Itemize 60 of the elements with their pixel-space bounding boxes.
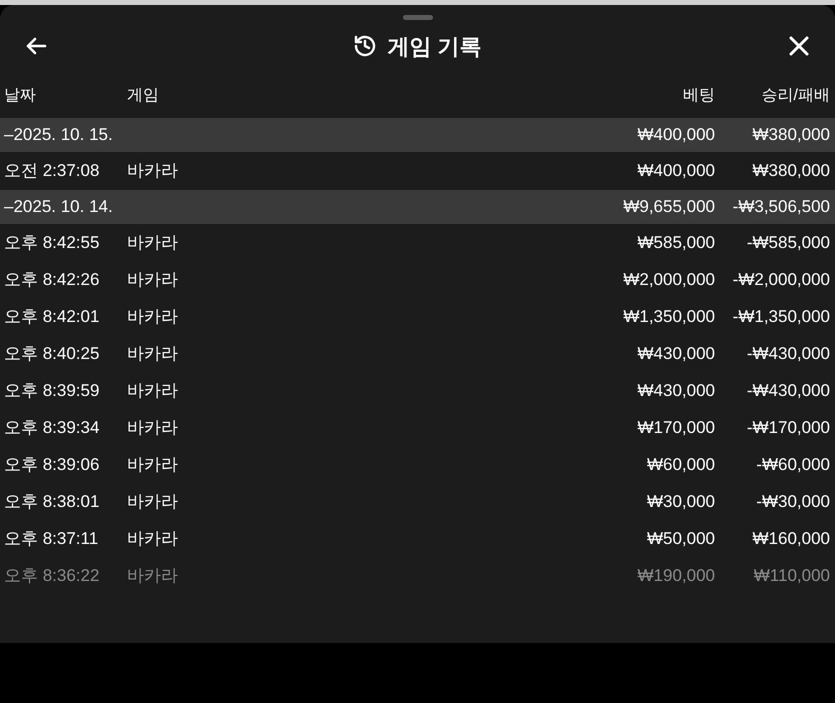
column-header: 승리/패배 [760,86,830,106]
bet-cell-text: ₩585,000 [636,232,715,254]
result-cell-text: -₩585,000 [746,232,830,254]
date-cell-text: 오후 8:36:22 [4,564,100,587]
bet-cell-text: ₩2,000,000 [622,268,715,291]
result-cell-text: ₩380,000 [752,124,830,146]
close-icon [789,36,809,56]
date-cell-text: 오후 8:37:11 [4,528,100,550]
result-cell-text: -₩30,000 [755,490,830,513]
bet-cell-text: ₩400,000 [636,124,715,146]
close-button[interactable] [787,34,811,58]
bet-cell-text: ₩50,000 [646,528,715,550]
date-cell-text: 오후 8:39:34 [4,416,100,439]
result-cell-text: ₩160,000 [752,528,830,550]
bet-cell-text: ₩60,000 [646,454,715,476]
window-title: 게임 기록 [387,32,482,60]
result-cell-text: ₩110,000 [752,564,830,587]
history-icon [353,34,378,58]
game-cell-text: 바카라 [127,160,179,182]
date-cell-text: 오후 8:40:25 [4,342,100,365]
game-cell-text: 바카라 [127,268,179,291]
result-cell-text: ₩380,000 [752,160,830,182]
date-cell-text: 오후 8:38:01 [4,490,100,513]
game-cell-text: 바카라 [127,564,179,587]
date-cell-text: 오후 8:42:55 [4,232,100,254]
result-cell-text: -₩1,350,000 [732,306,830,328]
game-cell-text: 바카라 [127,490,179,513]
date-cell-text: 오후 8:39:59 [4,380,100,402]
bet-cell-text: ₩30,000 [646,490,715,513]
date-cell-text: 오후 8:42:26 [4,268,100,291]
result-cell-text: -₩430,000 [746,342,830,365]
result-cell-text: -₩430,000 [746,380,830,402]
bet-cell-text: ₩9,655,000 [622,196,715,218]
bet-cell-text: ₩400,000 [636,160,715,182]
column-header: 베팅 [682,86,715,106]
date-cell-text: –2025. 10. 14. [4,196,114,218]
column-header: 게임 [127,86,160,106]
date-cell-text: –2025. 10. 15. [4,124,114,146]
date-cell-text: 오후 8:42:01 [4,306,100,328]
game-cell-text: 바카라 [127,454,179,476]
bet-cell-text: ₩430,000 [636,342,715,365]
date-cell-text: 오전 2:37:08 [4,160,100,182]
result-cell-text: -₩170,000 [746,416,830,439]
game-cell-text: 바카라 [127,528,179,550]
result-cell-text: -₩3,506,500 [732,196,830,218]
bet-cell-text: ₩430,000 [636,380,715,402]
bet-cell-text: ₩170,000 [636,416,715,439]
back-arrow-icon [25,37,47,55]
game-cell-text: 바카라 [127,416,179,439]
game-cell-text: 바카라 [127,380,179,402]
column-header: 날짜 [4,86,37,106]
result-cell-text: -₩60,000 [755,454,830,476]
drag-handle[interactable] [402,15,432,20]
result-cell-text: -₩2,000,000 [732,268,830,291]
game-cell-text: 바카라 [127,342,179,365]
date-cell-text: 오후 8:39:06 [4,454,100,476]
game-cell-text: 바카라 [127,232,179,254]
bet-cell-text: ₩190,000 [636,564,715,587]
game-cell-text: 바카라 [127,306,179,328]
bet-cell-text: ₩1,350,000 [622,306,715,328]
